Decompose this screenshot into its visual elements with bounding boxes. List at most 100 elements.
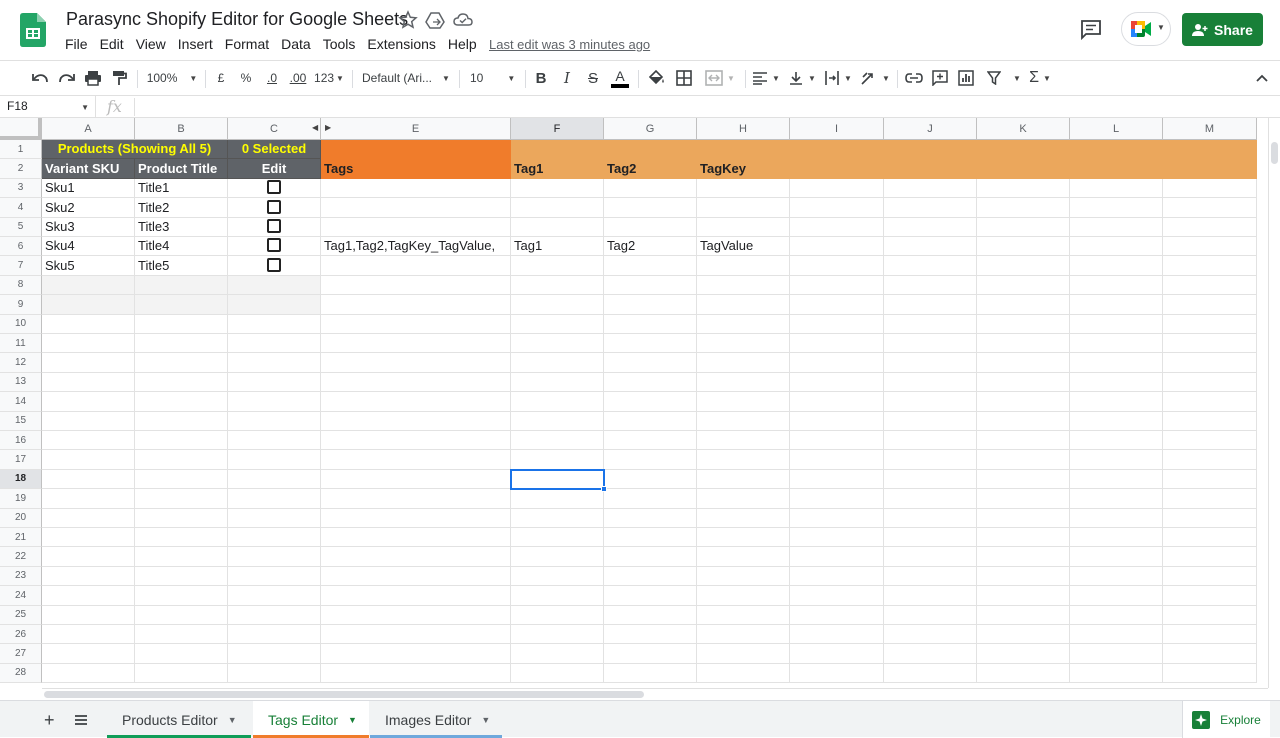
grid-cell[interactable] (511, 275, 604, 296)
grid-cell[interactable] (1163, 528, 1257, 548)
tagkey-cell[interactable] (697, 178, 790, 199)
column-header-e[interactable]: E (321, 118, 511, 140)
grid-cell[interactable] (511, 431, 604, 451)
grid-cell[interactable] (135, 566, 228, 587)
grid-cell[interactable] (42, 528, 135, 548)
grid-cell[interactable] (1163, 198, 1257, 218)
grid-cell[interactable] (790, 275, 884, 296)
grid-cell[interactable] (321, 469, 511, 490)
row-header-14[interactable]: 14 (0, 392, 42, 412)
grid-cell[interactable] (511, 295, 604, 315)
grid-cell[interactable] (135, 275, 228, 296)
grid-cell[interactable] (697, 528, 790, 548)
grid-cell[interactable] (1070, 198, 1163, 218)
comment-history-icon[interactable] (1079, 17, 1103, 41)
grid-cell[interactable] (884, 586, 977, 606)
grid-cell[interactable] (135, 605, 228, 625)
grid-cell[interactable] (697, 334, 790, 354)
header-tag2[interactable]: Tag2 (604, 159, 697, 179)
row-header-11[interactable]: 11 (0, 334, 42, 354)
product-title-cell[interactable]: Title3 (135, 217, 228, 237)
grid-cell[interactable] (977, 489, 1070, 509)
grid-cell[interactable] (42, 547, 135, 567)
grid-cell[interactable] (1163, 353, 1257, 373)
more-formats-select[interactable]: 123 ▼ (313, 67, 345, 89)
row-header-7[interactable]: 7 (0, 256, 42, 276)
grid-cell[interactable] (884, 450, 977, 470)
functions-icon[interactable]: Σ ▼ (1026, 67, 1054, 89)
grid-cell[interactable] (511, 566, 604, 587)
text-color-icon[interactable]: A (610, 67, 630, 89)
grid-cell[interactable] (1163, 625, 1257, 645)
grid-cell[interactable] (790, 372, 884, 393)
menu-data[interactable]: Data (281, 36, 311, 52)
grid-cell[interactable] (697, 314, 790, 334)
header-edit[interactable]: Edit (228, 159, 321, 179)
grid-cell[interactable] (42, 353, 135, 373)
tag-header-empty[interactable] (790, 159, 884, 179)
grid-cell[interactable] (1163, 178, 1257, 199)
grid-cell[interactable] (321, 314, 511, 334)
grid-cell[interactable] (697, 392, 790, 412)
row-header-13[interactable]: 13 (0, 372, 42, 393)
grid-cell[interactable] (697, 275, 790, 296)
grid-cell[interactable] (977, 198, 1070, 218)
grid-cell[interactable] (604, 431, 697, 451)
tags-cell[interactable] (321, 198, 511, 218)
grid-cell[interactable] (1070, 431, 1163, 451)
grid-cell[interactable] (511, 528, 604, 548)
grid-cell[interactable] (790, 663, 884, 684)
tagkey-cell[interactable] (697, 217, 790, 237)
star-icon[interactable] (397, 9, 419, 31)
grid-cell[interactable] (1070, 508, 1163, 528)
row-header-16[interactable]: 16 (0, 431, 42, 451)
grid-cell[interactable] (42, 275, 135, 296)
row-header-26[interactable]: 26 (0, 625, 42, 645)
tag1-cell[interactable] (511, 256, 604, 276)
row-header-10[interactable]: 10 (0, 314, 42, 334)
tag1-cell[interactable] (511, 217, 604, 237)
grid-cell[interactable] (42, 663, 135, 684)
grid-cell[interactable] (790, 411, 884, 431)
grid-cell[interactable] (321, 644, 511, 664)
grid-cell[interactable] (790, 198, 884, 218)
grid-cell[interactable] (1070, 605, 1163, 625)
grid-cell[interactable] (977, 295, 1070, 315)
row-header-19[interactable]: 19 (0, 489, 42, 509)
add-sheet-icon[interactable]: + (44, 710, 55, 731)
header-variant-sku[interactable]: Variant SKU (42, 159, 135, 179)
share-button[interactable]: Share (1182, 13, 1263, 46)
menu-edit[interactable]: Edit (100, 36, 124, 52)
grid-cell[interactable] (321, 275, 511, 296)
tag-header-top[interactable] (697, 140, 790, 160)
grid-cell[interactable] (604, 372, 697, 393)
grid-cell[interactable] (135, 508, 228, 528)
grid-cell[interactable] (884, 663, 977, 684)
edit-checkbox-cell[interactable] (228, 256, 321, 276)
grid-cell[interactable] (977, 353, 1070, 373)
filter-icon[interactable]: ▼ (984, 67, 1024, 89)
tags-cell[interactable]: Tag1,Tag2,TagKey_TagValue, (321, 237, 511, 257)
grid-cell[interactable] (1070, 314, 1163, 334)
grid-cell[interactable] (135, 663, 228, 684)
grid-cell[interactable] (977, 644, 1070, 664)
grid-cell[interactable] (135, 469, 228, 490)
header-tags[interactable]: Tags (321, 159, 511, 179)
grid-cell[interactable] (228, 605, 321, 625)
grid-cell[interactable] (977, 334, 1070, 354)
grid-cell[interactable] (697, 411, 790, 431)
product-title-cell[interactable]: Title4 (135, 237, 228, 257)
edit-checkbox-cell[interactable] (228, 217, 321, 237)
grid-cell[interactable] (1070, 547, 1163, 567)
grid-cell[interactable] (604, 295, 697, 315)
move-to-drive-icon[interactable] (424, 9, 446, 31)
grid-cell[interactable] (1070, 450, 1163, 470)
grid-cell[interactable] (228, 586, 321, 606)
tag1-cell[interactable] (511, 198, 604, 218)
all-sheets-icon[interactable] (74, 713, 88, 731)
grid-cell[interactable] (884, 508, 977, 528)
row-header-21[interactable]: 21 (0, 528, 42, 548)
variant-sku-cell[interactable]: Sku3 (42, 217, 135, 237)
row-header-4[interactable]: 4 (0, 198, 42, 218)
grid-cell[interactable] (697, 450, 790, 470)
